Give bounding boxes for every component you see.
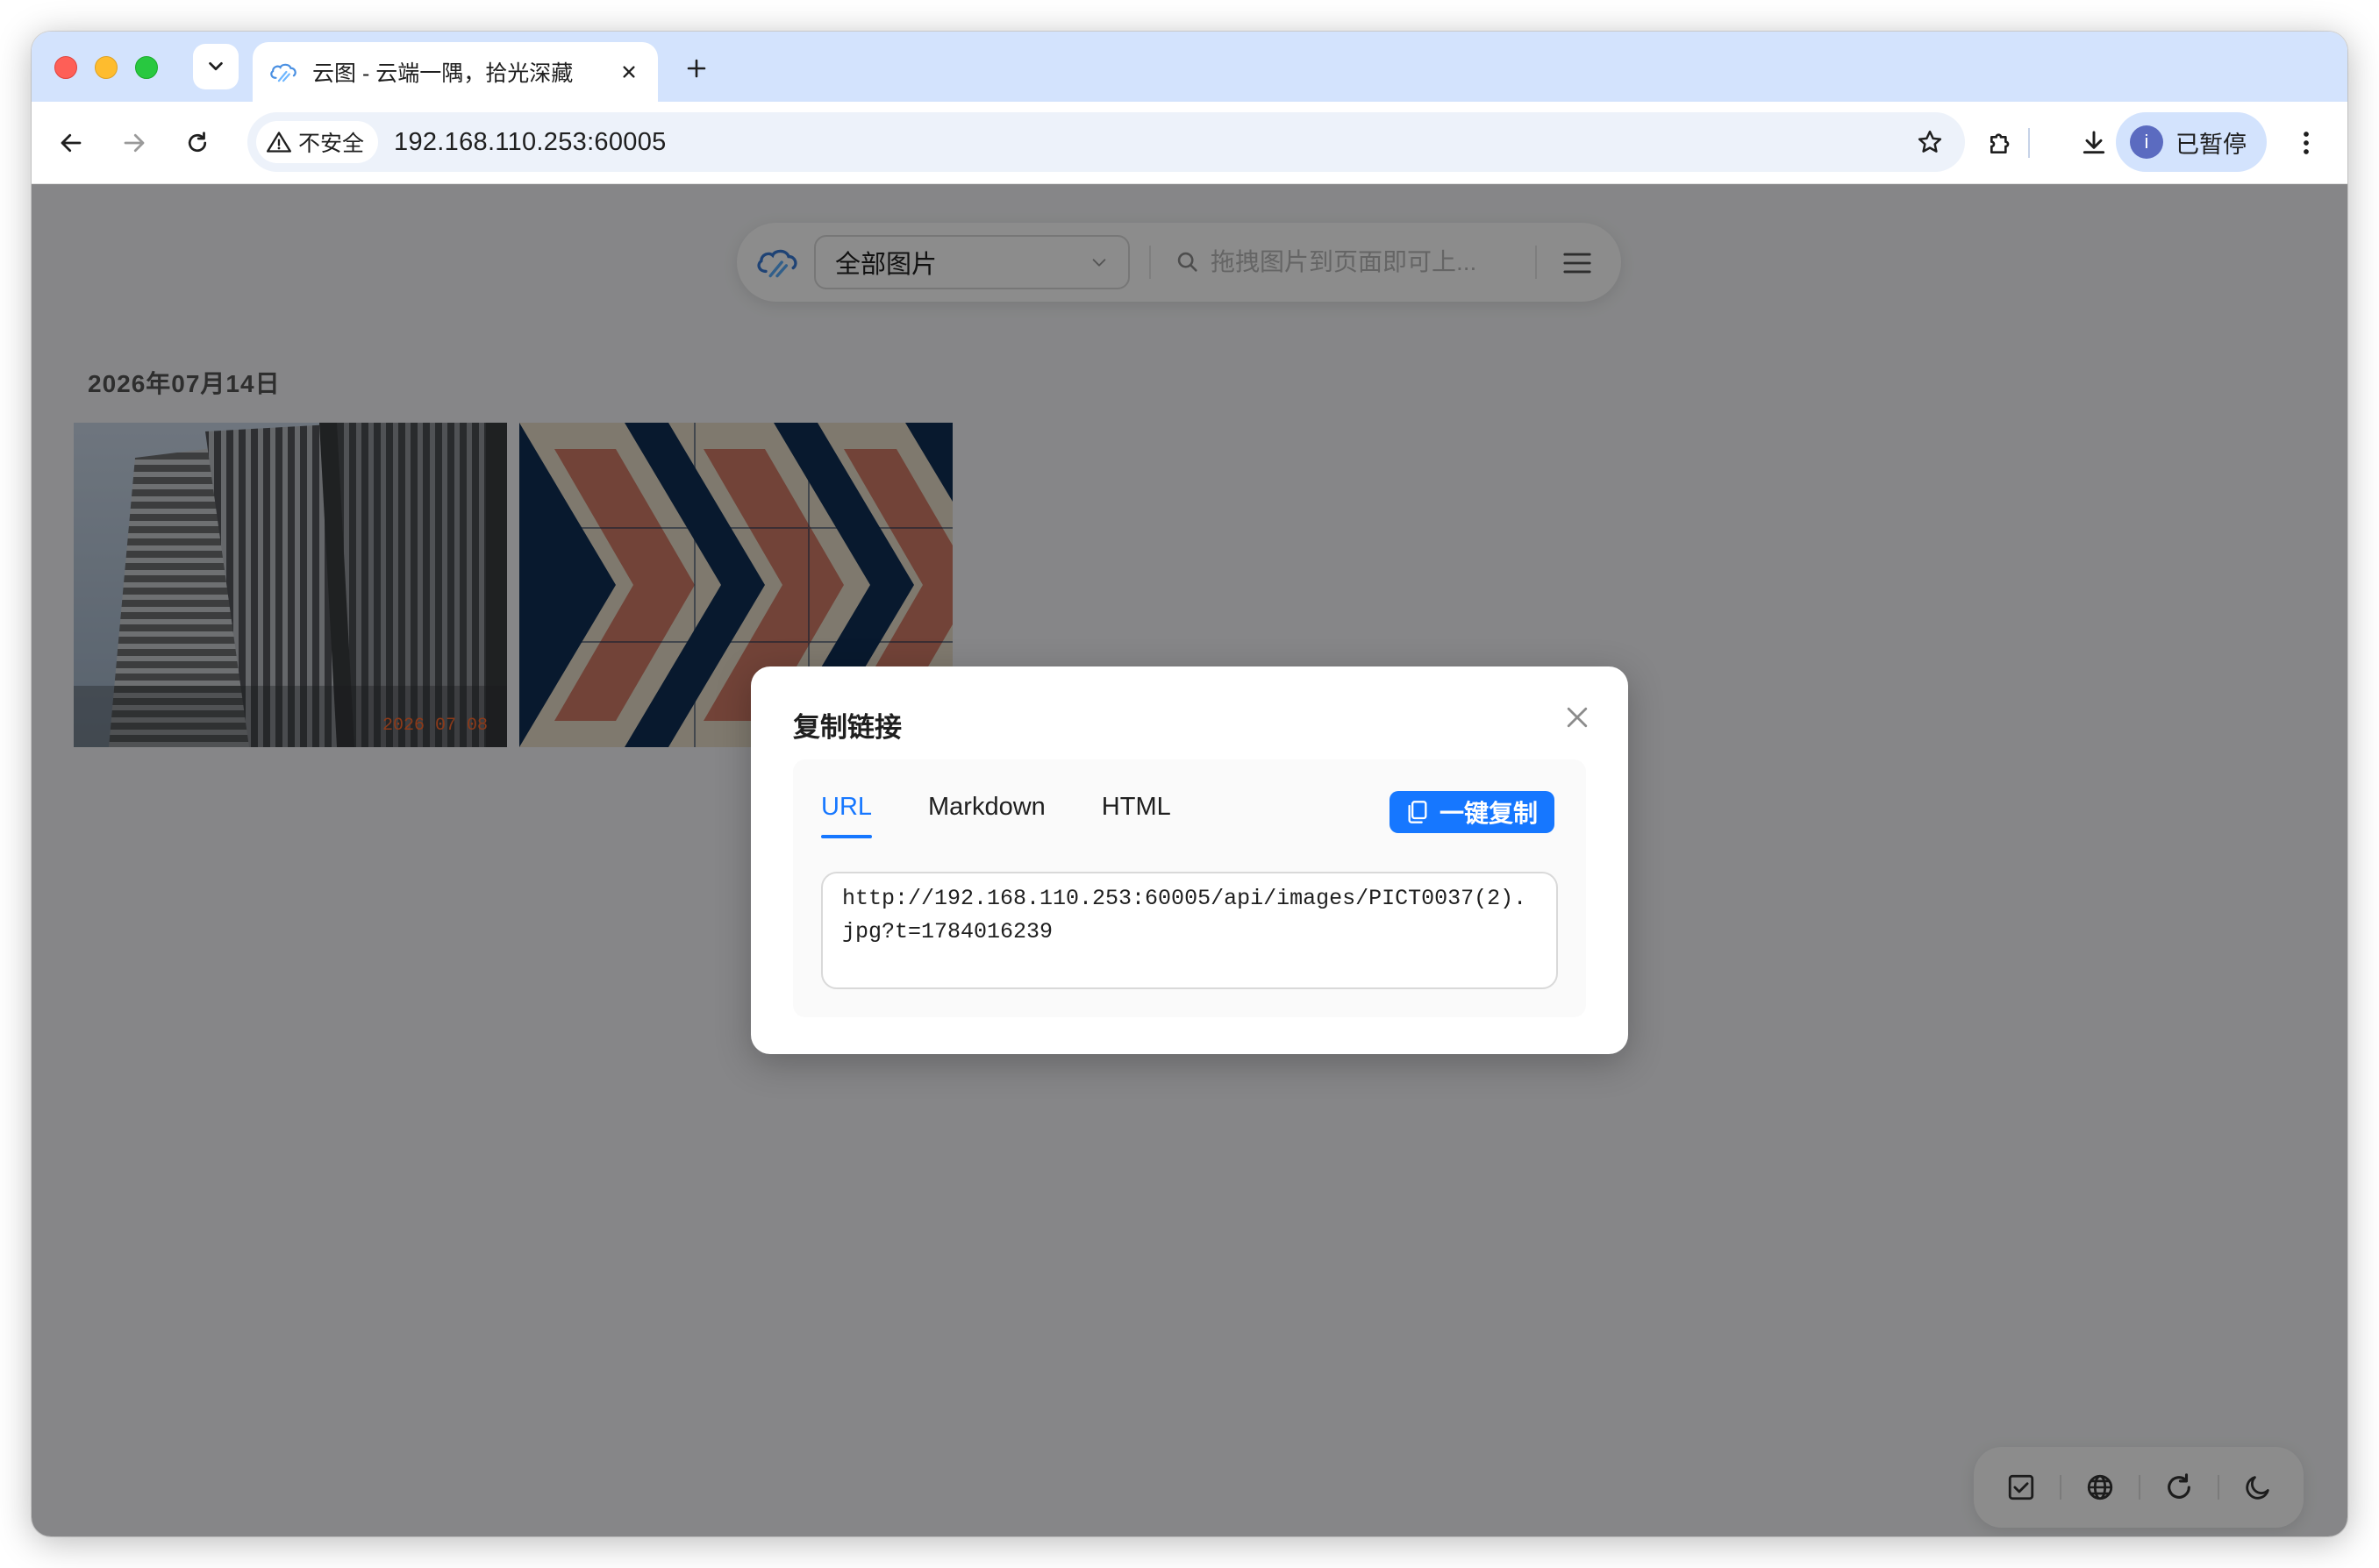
back-button[interactable] <box>51 123 91 163</box>
new-tab-button[interactable] <box>679 51 714 86</box>
window-minimize-button[interactable] <box>95 56 118 79</box>
tab-html[interactable]: HTML <box>1102 786 1171 838</box>
forward-button[interactable] <box>114 123 154 163</box>
security-indicator[interactable]: 不安全 <box>256 121 379 163</box>
more-vertical-icon <box>2304 132 2309 154</box>
window-maximize-button[interactable] <box>135 56 158 79</box>
extensions-button[interactable] <box>1981 123 2021 163</box>
url-text[interactable]: 192.168.110.253:60005 <box>394 128 1907 157</box>
arrow-left-icon <box>61 133 82 153</box>
tab-title: 云图 - 云端一隅，拾光深藏 <box>312 61 574 86</box>
tab-search-button[interactable] <box>193 44 239 89</box>
puzzle-icon <box>1990 133 2010 153</box>
profile-button[interactable]: i 已暂停 <box>2116 112 2267 172</box>
tab-markdown[interactable]: Markdown <box>928 786 1046 838</box>
dialog-close-button[interactable] <box>1560 700 1595 735</box>
address-bar[interactable]: 不安全 192.168.110.253:60005 <box>247 112 1965 172</box>
tab-url[interactable]: URL <box>821 786 873 838</box>
avatar: i <box>2130 125 2163 159</box>
link-textarea[interactable]: http://192.168.110.253:60005/api/images/… <box>821 872 1558 989</box>
tab-close-button[interactable] <box>616 59 642 85</box>
profile-status: 已暂停 <box>2175 131 2247 158</box>
reload-icon <box>188 132 207 153</box>
tab-bar: 云图 - 云端一隅，拾光深藏 <box>32 32 2347 102</box>
arrow-right-icon <box>124 133 145 153</box>
downloads-button[interactable] <box>2074 123 2114 163</box>
browser-tab[interactable]: 云图 - 云端一隅，拾光深藏 <box>253 42 658 102</box>
browser-menu-button[interactable] <box>2286 123 2326 163</box>
warning-icon <box>267 132 291 153</box>
close-icon <box>1567 707 1588 728</box>
browser-toolbar: 不安全 192.168.110.253:60005 i 已暂停 <box>32 102 2347 184</box>
reload-button[interactable] <box>177 123 218 163</box>
plus-icon <box>687 59 706 78</box>
dialog-title: 复制链接 <box>793 712 902 743</box>
bookmark-button[interactable] <box>1907 119 1953 165</box>
toolbar-divider <box>2028 128 2030 158</box>
format-tabs: URL Markdown HTML <box>821 786 1171 838</box>
star-icon <box>1918 130 1942 153</box>
copy-icon <box>1408 801 1427 823</box>
window-close-button[interactable] <box>54 56 77 79</box>
close-icon <box>623 66 635 78</box>
link-panel: URL Markdown HTML 一键复制 http://192.168.11… <box>793 759 1586 1017</box>
browser-window: 云图 - 云端一隅，拾光深藏 不安全 192.168.110.253:60005 <box>32 32 2347 1536</box>
cloud-logo-icon <box>270 63 296 82</box>
download-icon <box>2083 131 2105 154</box>
copy-all-button[interactable]: 一键复制 <box>1390 791 1554 833</box>
copy-link-dialog: 复制链接 URL Markdown HTML 一键复制 http://192.1… <box>751 666 1628 1054</box>
chevron-down-icon <box>209 61 223 71</box>
copy-all-label: 一键复制 <box>1439 800 1538 827</box>
security-label: 不安全 <box>298 132 365 156</box>
